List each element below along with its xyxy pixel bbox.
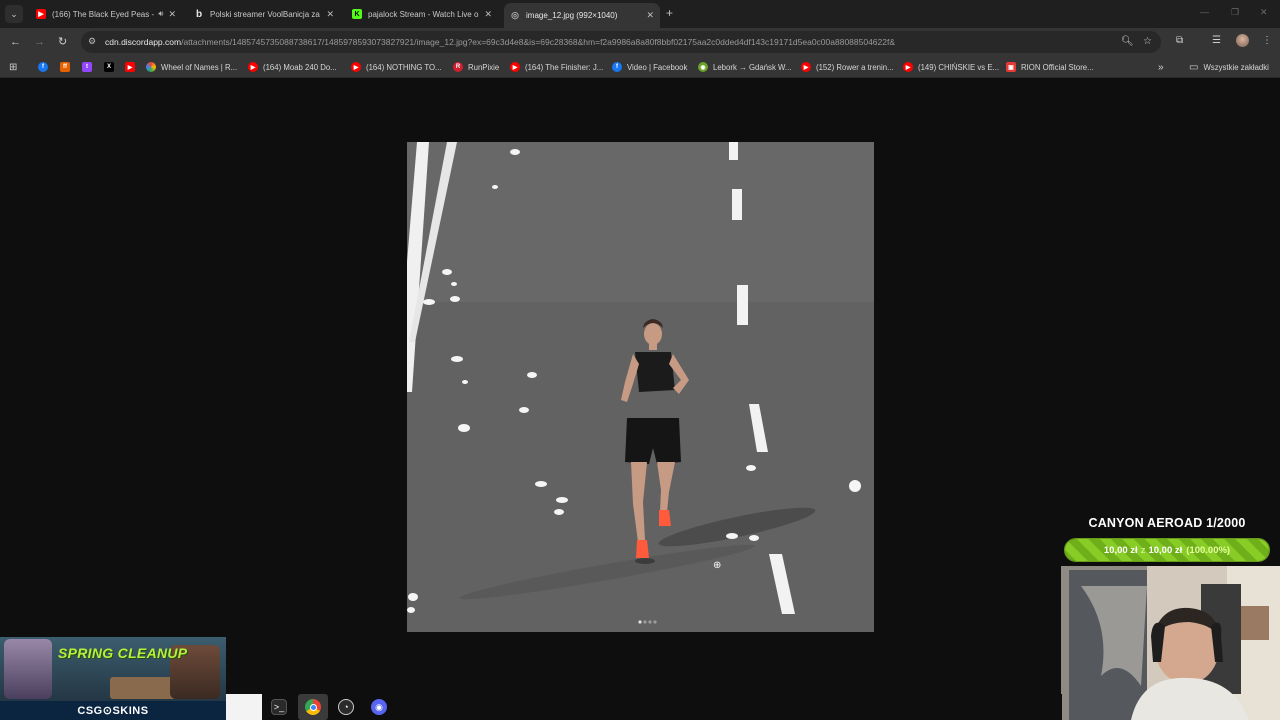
bookmark-nothing-to[interactable]: ▶ (164) NOTHING TO... [351, 60, 442, 74]
forward-icon[interactable]: → [34, 36, 45, 48]
firefox-icon: ff [60, 62, 70, 72]
bookmark-label: RunPixie [468, 62, 500, 72]
bookmark-label: RION Official Store... [1021, 62, 1094, 72]
all-bookmarks-label: Wszystkie zakładki [1203, 62, 1269, 72]
close-icon[interactable]: ✕ [168, 9, 176, 20]
youtube-icon: ▶ [125, 62, 135, 72]
youtube-icon: ▶ [801, 62, 811, 72]
kick-icon: K [352, 9, 362, 19]
bing-icon: b [195, 8, 203, 20]
bookmark-label: (149) CHIŃSKIE vs E... [918, 62, 1000, 72]
x-icon: X [104, 62, 114, 72]
bookmark-video-facebook[interactable]: f Video | Facebook [612, 60, 687, 74]
tab-search-icon[interactable]: ⌄ [5, 5, 23, 23]
zoom-in-cursor-icon: ⊕ [713, 560, 722, 571]
tab-title: Polski streamer VoolBanicja za [210, 9, 320, 19]
tab-youtube-black-eyed-peas[interactable]: ▶ (166) The Black Eyed Peas - 🔊︎ ✕ [30, 3, 182, 25]
youtube-icon: ▶ [351, 62, 361, 72]
bookmark-the-finisher[interactable]: ▶ (164) The Finisher: J... [510, 60, 603, 74]
donation-goal-text: 10,00 zł z 10,00 zł (100.00%) [1065, 539, 1269, 561]
minimize-icon[interactable]: — [1200, 7, 1209, 17]
store-icon: ▣ [1006, 62, 1016, 72]
terminal-icon[interactable]: >_ [271, 699, 287, 715]
tab-kick-stream[interactable]: K pajalock Stream - Watch Live o ✕ [346, 3, 498, 25]
bookmark-label: (164) The Finisher: J... [525, 62, 604, 72]
marathon-runner-photo[interactable] [407, 142, 874, 632]
youtube-icon: ▶ [510, 62, 520, 72]
bookmark-label: (164) Moab 240 Do... [263, 62, 337, 72]
donation-goal-title: CANYON AEROAD 1/2000 [1088, 516, 1246, 530]
back-icon[interactable]: ← [10, 36, 21, 48]
tab-bing-streamer[interactable]: b Polski streamer VoolBanicja za ✕ [188, 3, 340, 25]
bookmark-runpixie[interactable]: R RunPixie [453, 60, 499, 74]
goal-separator: z [1140, 544, 1146, 556]
restore-icon[interactable]: ❐ [1231, 7, 1239, 18]
bookmark-star-icon[interactable]: ☆ [1143, 36, 1152, 47]
window-close-icon[interactable]: ✕ [1260, 7, 1268, 18]
bookmark-lebork-gdansk[interactable]: ◉ Lebork → Gdańsk W... [698, 60, 791, 74]
youtube-icon: ▶ [36, 9, 46, 19]
bookmark-chinskie[interactable]: ▶ (149) CHIŃSKIE vs E... [903, 60, 999, 74]
close-icon[interactable]: ✕ [326, 9, 334, 20]
taskbar-search[interactable] [226, 694, 262, 720]
youtube-icon: ▶ [903, 62, 913, 72]
bookmark-x[interactable]: X [104, 60, 119, 74]
spring-cleanup-banner: SPRING CLEANUP [58, 645, 188, 661]
profile-avatar[interactable] [1236, 34, 1249, 47]
facebook-icon: f [38, 62, 48, 72]
bookmark-label: (164) NOTHING TO... [366, 62, 442, 72]
bookmark-label: Video | Facebook [627, 62, 688, 72]
speaker-icon[interactable]: 🔊︎ [158, 9, 163, 19]
goal-percent: (100.00%) [1186, 544, 1231, 556]
bookmark-firefox[interactable]: ff [60, 60, 75, 74]
close-icon[interactable]: ✕ [646, 10, 654, 21]
extensions-icon[interactable]: ⧉ [1176, 35, 1183, 46]
more-bookmarks-icon[interactable]: » [1158, 60, 1164, 74]
tab-title: image_12.jpg (992×1040) [526, 11, 618, 20]
donation-goal-bar: 10,00 zł z 10,00 zł (100.00%) [1064, 538, 1270, 562]
bookmark-facebook[interactable]: f [38, 60, 53, 74]
bookmark-rower[interactable]: ▶ (152) Rower a trenin... [801, 60, 894, 74]
folder-icon: ▭ [1189, 61, 1199, 73]
bookmark-wheel-of-names[interactable]: Wheel of Names | R... [146, 60, 237, 74]
apps-icon[interactable]: ⊞ [9, 60, 17, 74]
new-tab-icon[interactable]: + [666, 6, 673, 20]
bookmark-rion-store[interactable]: ▣ RION Official Store... [1006, 60, 1094, 74]
reload-icon[interactable]: ↻ [58, 35, 67, 48]
address-host: cdn.discordapp.com [105, 37, 182, 47]
sponsor-overlay: SPRING CLEANUP CSG⊙SKINS [0, 637, 226, 720]
address-path: /attachments/1485745735088738617/1485978… [181, 37, 896, 47]
wheel-icon [146, 62, 156, 72]
tab-title: pajalock Stream - Watch Live o [368, 9, 479, 19]
bookmark-label: (152) Rower a trenin... [816, 62, 894, 72]
chrome-icon[interactable] [305, 699, 321, 715]
menu-icon[interactable]: ⋮ [1262, 35, 1272, 46]
zoom-icon[interactable]: 🔍︎ [1121, 36, 1134, 47]
bookmark-label: Wheel of Names | R... [161, 62, 238, 72]
bookmark-label: Lebork → Gdańsk W... [713, 62, 792, 72]
youtube-icon: ▶ [248, 62, 258, 72]
twitch-icon: t [82, 62, 92, 72]
close-icon[interactable]: ✕ [484, 9, 492, 20]
streamer-webcam [1061, 566, 1280, 720]
discord-icon[interactable]: ◉ [371, 699, 387, 715]
clock-icon[interactable]: ◔ [338, 699, 354, 715]
globe-icon: ◎ [511, 10, 519, 20]
site-info-icon[interactable]: ⚙ [88, 36, 96, 47]
sponsor-brand: CSG⊙SKINS [0, 701, 226, 720]
bookmark-twitch[interactable]: t [82, 60, 97, 74]
tab-title: (166) The Black Eyed Peas - [52, 9, 155, 19]
address-bar[interactable]: cdn.discordapp.com/attachments/148574573… [81, 31, 1161, 53]
goal-target: 10,00 zł [1148, 544, 1183, 556]
all-bookmarks-folder[interactable]: ▭ Wszystkie zakładki [1189, 60, 1269, 74]
bookmark-moab[interactable]: ▶ (164) Moab 240 Do... [248, 60, 337, 74]
runpixie-icon: R [453, 62, 463, 72]
media-controls-icon[interactable]: ☰ [1212, 35, 1221, 46]
goal-current: 10,00 zł [1103, 544, 1138, 556]
tab-image[interactable]: ◎ image_12.jpg (992×1040) ✕ [504, 3, 660, 28]
mascot-image [4, 639, 52, 699]
facebook-icon: f [612, 62, 622, 72]
bookmark-youtube[interactable]: ▶ [125, 60, 140, 74]
komoot-icon: ◉ [698, 62, 708, 72]
